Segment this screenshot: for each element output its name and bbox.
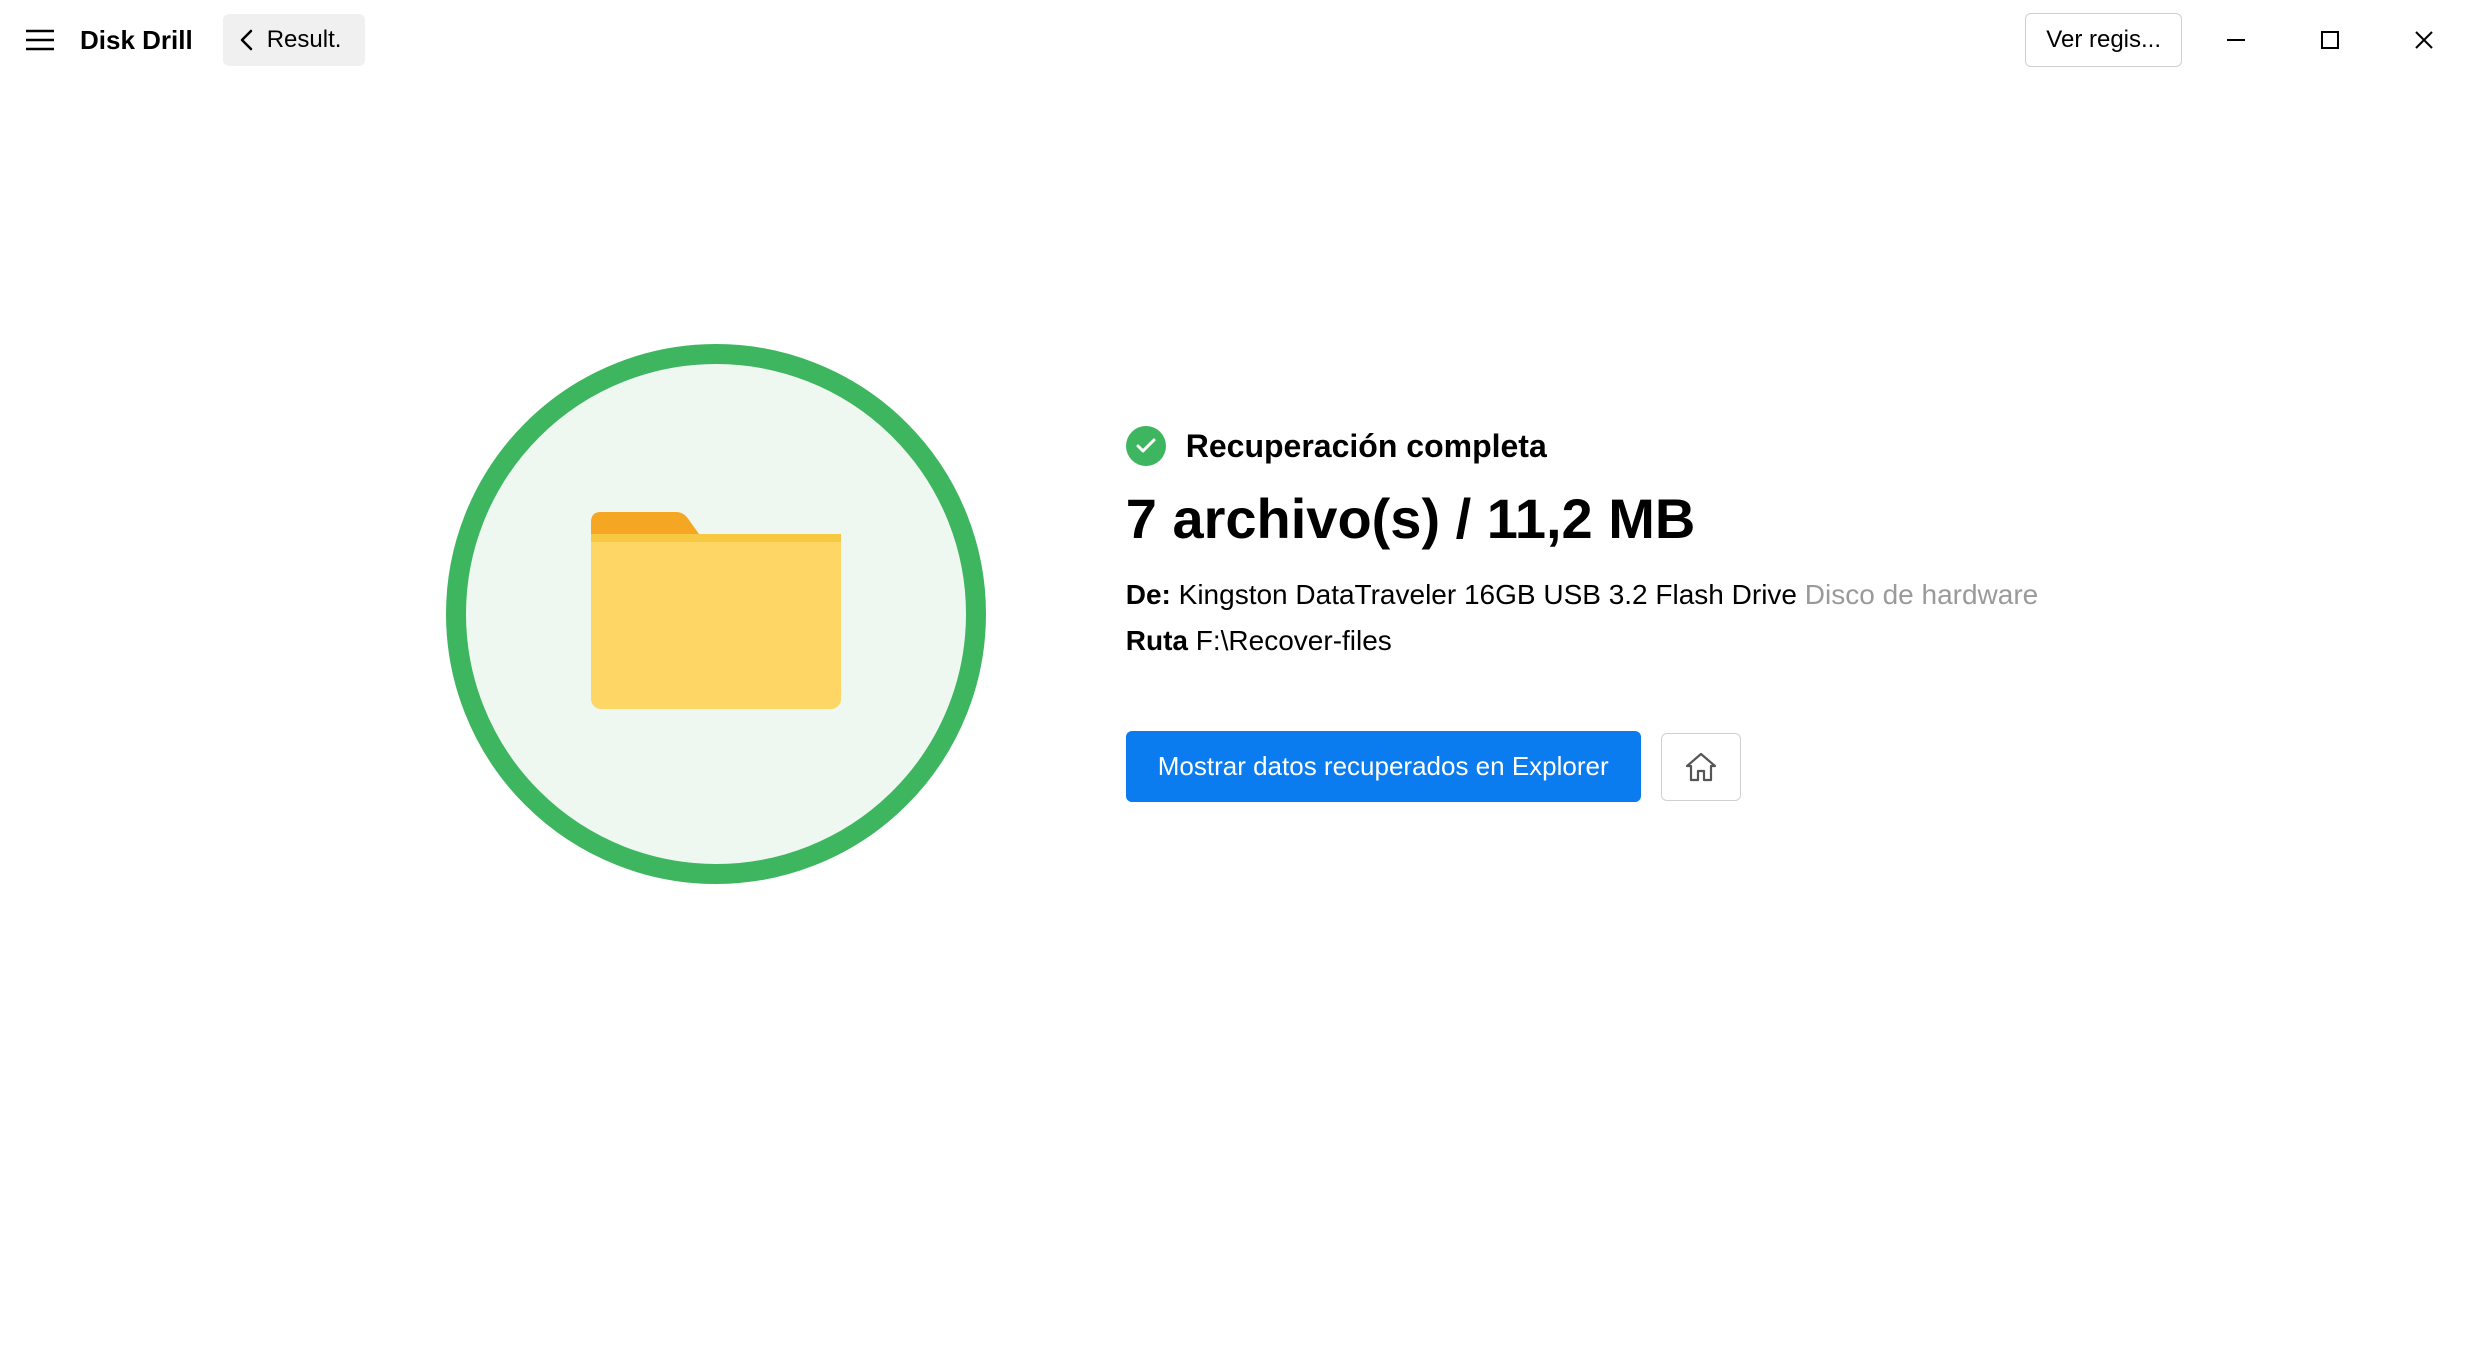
- path-row: Ruta F:\Recover-files: [1126, 625, 2038, 657]
- content-wrapper: Recuperación completa 7 archivo(s) / 11,…: [446, 344, 2038, 884]
- check-icon: [1135, 437, 1157, 455]
- path-label: Ruta: [1126, 625, 1188, 656]
- close-button[interactable]: [2384, 15, 2464, 65]
- chevron-left-icon: [239, 29, 253, 51]
- success-graphic: [446, 344, 986, 884]
- show-in-explorer-button[interactable]: Mostrar datos recuperados en Explorer: [1126, 731, 1641, 802]
- path-value: F:\Recover-files: [1196, 625, 1392, 656]
- source-value: Kingston DataTraveler 16GB USB 3.2 Flash…: [1179, 579, 1797, 610]
- info-section: Recuperación completa 7 archivo(s) / 11,…: [1126, 426, 2038, 802]
- close-icon: [2413, 29, 2435, 51]
- app-title: Disk Drill: [80, 25, 193, 56]
- file-summary: 7 archivo(s) / 11,2 MB: [1126, 486, 2038, 551]
- view-log-button[interactable]: Ver regis...: [2025, 13, 2182, 67]
- back-button-label: Result.: [267, 26, 342, 54]
- header-right: Ver regis...: [2025, 13, 2464, 67]
- folder-icon: [581, 504, 851, 724]
- source-type: Disco de hardware: [1805, 579, 2038, 610]
- app-header: Disk Drill Result. Ver regis...: [0, 0, 2484, 80]
- main-content: Recuperación completa 7 archivo(s) / 11,…: [0, 80, 2484, 1348]
- status-row: Recuperación completa: [1126, 426, 2038, 466]
- maximize-icon: [2320, 30, 2340, 50]
- button-row: Mostrar datos recuperados en Explorer: [1126, 731, 2038, 802]
- menu-button[interactable]: [20, 20, 60, 60]
- source-row: De: Kingston DataTraveler 16GB USB 3.2 F…: [1126, 579, 2038, 611]
- minimize-button[interactable]: [2196, 15, 2276, 65]
- home-icon: [1684, 751, 1718, 783]
- maximize-button[interactable]: [2290, 15, 2370, 65]
- hamburger-icon: [26, 29, 54, 51]
- source-label: De:: [1126, 579, 1171, 610]
- home-button[interactable]: [1661, 733, 1741, 801]
- check-badge: [1126, 426, 1166, 466]
- minimize-icon: [2225, 29, 2247, 51]
- back-button[interactable]: Result.: [223, 14, 366, 66]
- status-text: Recuperación completa: [1186, 428, 1547, 465]
